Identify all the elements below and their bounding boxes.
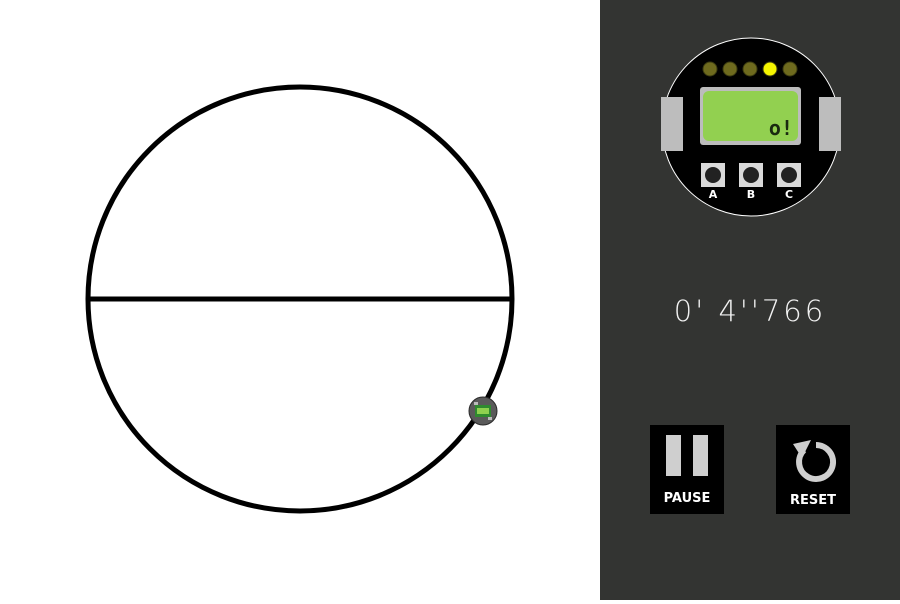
robot-icon <box>468 396 498 426</box>
pause-label: PAUSE <box>663 491 711 506</box>
led-2 <box>722 61 738 77</box>
robot-button-label: B <box>747 188 755 201</box>
robot-button-label: A <box>709 188 718 201</box>
track-canvas <box>85 84 515 514</box>
pause-button[interactable]: PAUSE <box>650 425 724 514</box>
robot-button-label: C <box>785 188 793 201</box>
left-wheel <box>661 97 683 151</box>
led-5 <box>782 61 798 77</box>
reset-icon <box>793 440 837 482</box>
track-arena <box>0 0 600 600</box>
led-3 <box>742 61 758 77</box>
lcd-text: o! <box>769 116 793 140</box>
robot-board: o! A B C <box>661 37 841 221</box>
led-1 <box>702 61 718 77</box>
reset-label: RESET <box>789 493 836 508</box>
led-4 <box>762 61 778 77</box>
reset-button[interactable]: RESET <box>776 425 850 514</box>
right-wheel <box>819 97 841 151</box>
lap-timer: 0' 4''766 <box>673 294 827 328</box>
